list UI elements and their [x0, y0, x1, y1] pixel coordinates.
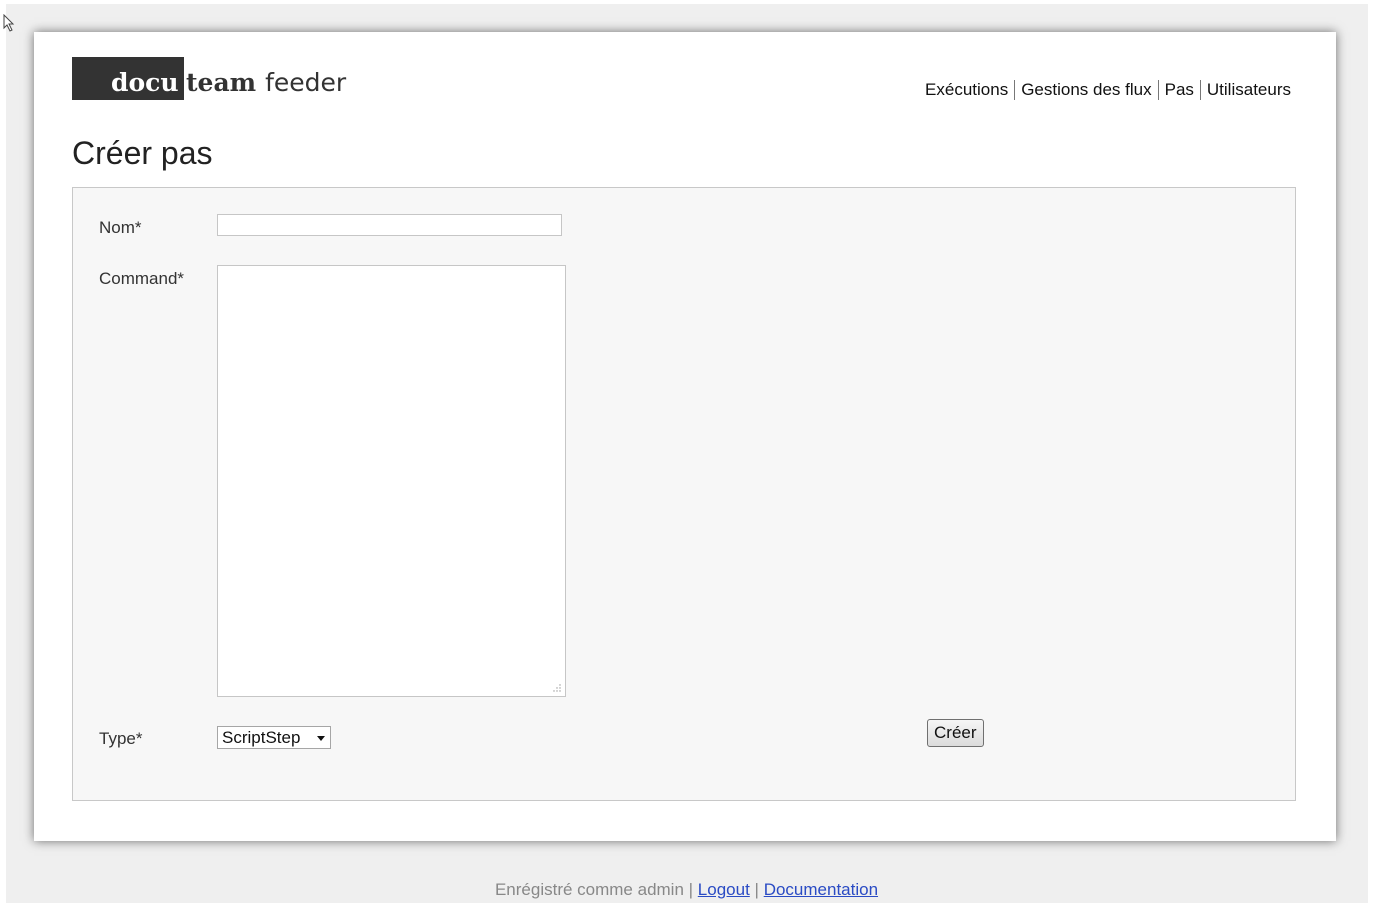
nom-input[interactable]: [217, 214, 562, 236]
logo-docu: docu: [72, 57, 184, 100]
nav-link-utilisateurs[interactable]: Utilisateurs: [1207, 80, 1291, 100]
nom-label: Nom*: [99, 218, 142, 237]
type-select[interactable]: ScriptStep: [217, 726, 331, 749]
logout-link[interactable]: Logout: [698, 880, 750, 899]
create-step-form: Nom* Command* Type* ScriptStep Créer: [72, 187, 1296, 801]
page-title: Créer pas: [72, 135, 213, 171]
top-nav: Exécutions Gestions des flux Pas Utilisa…: [925, 80, 1291, 100]
command-textarea[interactable]: [217, 265, 566, 697]
logo[interactable]: docu team feeder: [72, 57, 346, 100]
nav-separator: [1157, 80, 1159, 100]
nav-link-gestions-des-flux[interactable]: Gestions des flux: [1021, 80, 1151, 100]
logo-feeder: feeder: [265, 68, 347, 97]
cursor-icon: [3, 14, 15, 32]
footer: Enrégistré comme admin | Logout | Docume…: [0, 880, 1373, 900]
type-select-value: ScriptStep: [222, 727, 301, 747]
type-label: Type*: [99, 729, 143, 748]
command-label: Command*: [99, 269, 185, 288]
footer-separator: |: [754, 880, 759, 899]
logo-team: team: [186, 68, 257, 97]
nav-link-pas[interactable]: Pas: [1165, 80, 1194, 100]
documentation-link[interactable]: Documentation: [764, 880, 878, 899]
create-button[interactable]: Créer: [927, 719, 984, 747]
chevron-down-icon: [317, 736, 325, 741]
nav-separator: [1014, 80, 1016, 100]
main-panel: docu team feeder Exécutions Gestions des…: [34, 32, 1336, 841]
logged-in-text: Enrégistré comme admin |: [494, 880, 694, 899]
nav-separator: [1199, 80, 1201, 100]
resize-grip-icon[interactable]: [552, 683, 562, 693]
nav-link-executions[interactable]: Exécutions: [925, 80, 1008, 100]
